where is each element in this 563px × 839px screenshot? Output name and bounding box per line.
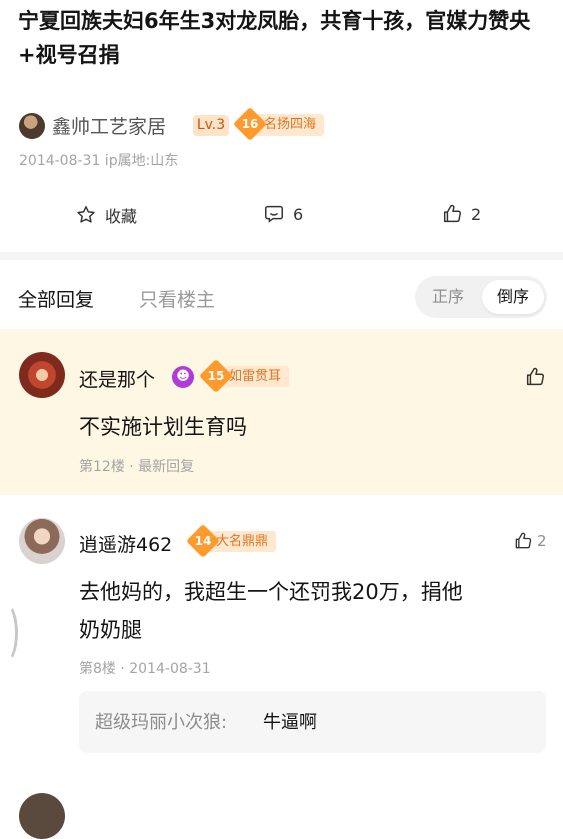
reply-content: 不实施计划生育吗	[79, 415, 247, 439]
devil-emoji-icon: ☻	[172, 366, 194, 388]
post-title: 宁夏回族夫妇6年生3对龙凤胎，共育十孩，官媒力赞央+视号召捐	[18, 9, 531, 67]
sub-reply-text: 牛逼啊	[263, 712, 317, 733]
like-count: 2	[471, 204, 482, 224]
reply-content-line2: 奶奶腿	[79, 618, 142, 642]
comment-count: 6	[293, 204, 304, 224]
post-meta: 2014-08-31 ip属地:山东	[19, 153, 179, 169]
author-name[interactable]: 鑫帅工艺家居	[52, 112, 166, 139]
sort-asc-option[interactable]: 正序	[415, 276, 481, 318]
sort-order-toggle[interactable]: 正序 倒序	[415, 276, 547, 318]
thumbs-up-icon	[515, 532, 532, 549]
reply-username[interactable]: 还是那个	[79, 365, 155, 392]
star-icon	[77, 206, 95, 223]
sort-desc-option[interactable]: 倒序	[482, 276, 544, 318]
reply-like-button[interactable]: 2	[513, 531, 547, 551]
reply-avatar[interactable]	[19, 518, 65, 564]
comment-button[interactable]: 6	[263, 203, 303, 225]
favorite-button[interactable]: 收藏	[75, 203, 137, 227]
rank-number: 14	[194, 534, 212, 548]
thumbs-up-icon	[443, 204, 461, 223]
tab-all-replies[interactable]: 全部回复	[18, 285, 94, 312]
reply-meta: 第8楼 · 2014-08-31	[79, 661, 211, 677]
reply-username[interactable]: 逍遥游462	[79, 530, 172, 557]
comment-icon	[265, 205, 283, 223]
reply-like-count: 2	[537, 532, 547, 550]
rank-number: 15	[207, 369, 225, 383]
rank-number: 16	[241, 117, 259, 131]
tab-owner-only[interactable]: 只看楼主	[139, 285, 215, 312]
section-divider	[0, 252, 563, 260]
favorite-label: 收藏	[105, 207, 138, 226]
thumbs-up-icon[interactable]	[524, 366, 546, 388]
scroll-handle[interactable]	[0, 603, 18, 663]
sub-reply-user[interactable]: 超级玛丽小次狼:	[95, 708, 227, 734]
like-button[interactable]: 2	[441, 203, 481, 225]
reply-meta: 第12楼 · 最新回复	[79, 459, 195, 475]
reply-content: 去他妈的，我超生一个还罚我20万，捐他	[79, 580, 463, 604]
author-avatar[interactable]	[19, 113, 45, 139]
level-badge: Lv.3	[193, 115, 229, 136]
reply-avatar[interactable]	[19, 352, 65, 398]
sub-reply-box[interactable]: 超级玛丽小次狼: 牛逼啊	[79, 691, 546, 753]
